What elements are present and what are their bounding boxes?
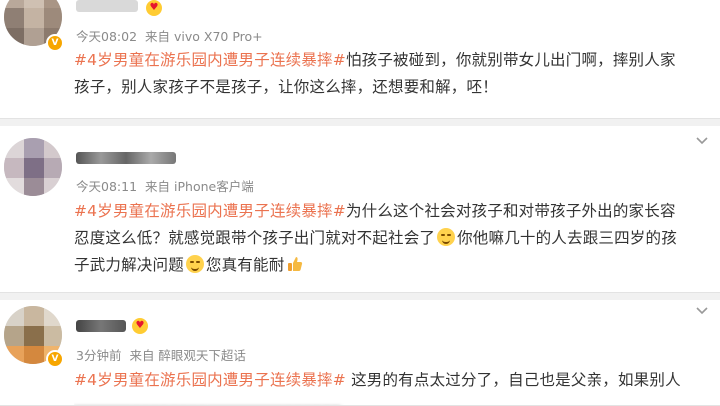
comment-text: #4岁男童在游乐园内遭男子连续暴摔# 这男的有点太过分了，自己也是父亲，如果别人… [74,367,714,405]
comment-time: 今天08:02 [76,29,138,44]
comment-meta: 3分钟前 来自 醉眼观天下超话 [76,345,254,364]
comment-source: 来自 iPhone客户端 [145,179,254,194]
chevron-down-icon[interactable] [694,302,710,318]
avatar-mosaic [4,138,62,196]
comment-line: 忍度这么低？就感觉跟带个孩子出门就对不起社会了 [74,229,436,247]
comment-line-cutoff: ──────────────────────────── [74,394,714,405]
comment-card: V ♥ 今天08:02 来自 vivo X70 Pro+ #4岁男童在游乐园内遭男… [0,0,720,119]
nickname-blurred[interactable] [76,320,126,332]
nickname-blurred[interactable] [76,152,176,164]
comment-line: 你他嘛几十的人去跟三四岁的孩 [457,229,677,247]
comment-time: 今天08:11 [76,179,138,194]
comment-text: #4岁男童在游乐园内遭男子连续暴摔#怕孩子被碰到，你就别带女儿出门啊，摔别人家 … [74,47,714,101]
comment-line: 这男的有点太过分了，自己也是父亲，如果别人 [345,371,681,389]
heart-badge-icon: ♥ [146,0,162,16]
vip-badge-icon: V [46,350,64,368]
smile-emoji-icon [437,228,456,246]
thumbs-up-icon [286,255,304,273]
comment-line: 孩子，别人家孩子不是孩子，让你这么摔，还想要和解，呸！ [74,78,498,96]
comment-card: 今天08:11 来自 iPhone客户端 #4岁男童在游乐园内遭男子连续暴摔#为什… [0,126,720,293]
hashtag-link[interactable]: #4岁男童在游乐园内遭男子连续暴摔# [74,371,346,389]
comment-card: V ♥ 3分钟前 来自 醉眼观天下超话 #4岁男童在游乐园内遭男子连续暴摔# 这男… [0,300,720,406]
hashtag-link[interactable]: #4岁男童在游乐园内遭男子连续暴摔# [74,51,346,69]
comment-text: #4岁男童在游乐园内遭男子连续暴摔#为什么这个社会对孩子和对带孩子外出的家长容 … [74,198,714,279]
chevron-down-icon[interactable] [694,132,710,148]
comment-line: 怕孩子被碰到，你就别带女儿出门啊，摔别人家 [345,51,676,69]
comment-source: 来自 vivo X70 Pro+ [145,29,263,44]
vip-badge-icon: V [46,34,64,52]
comment-line: 子武力解决问题 [74,256,184,274]
heart-badge-icon: ♥ [132,318,148,334]
comment-time: 3分钟前 [76,348,122,363]
comment-source: 来自 醉眼观天下超话 [129,348,246,363]
comment-meta: 今天08:02 来自 vivo X70 Pro+ [76,26,271,45]
hashtag-link[interactable]: #4岁男童在游乐园内遭男子连续暴摔# [74,202,346,220]
comment-meta: 今天08:11 来自 iPhone客户端 [76,176,262,195]
comment-line: 您真有能耐 [205,256,285,274]
nickname-blurred[interactable] [76,0,138,12]
comment-line: 为什么这个社会对孩子和对带孩子外出的家长容 [345,202,676,220]
avatar[interactable] [4,138,62,196]
smile-emoji-icon [185,255,204,273]
